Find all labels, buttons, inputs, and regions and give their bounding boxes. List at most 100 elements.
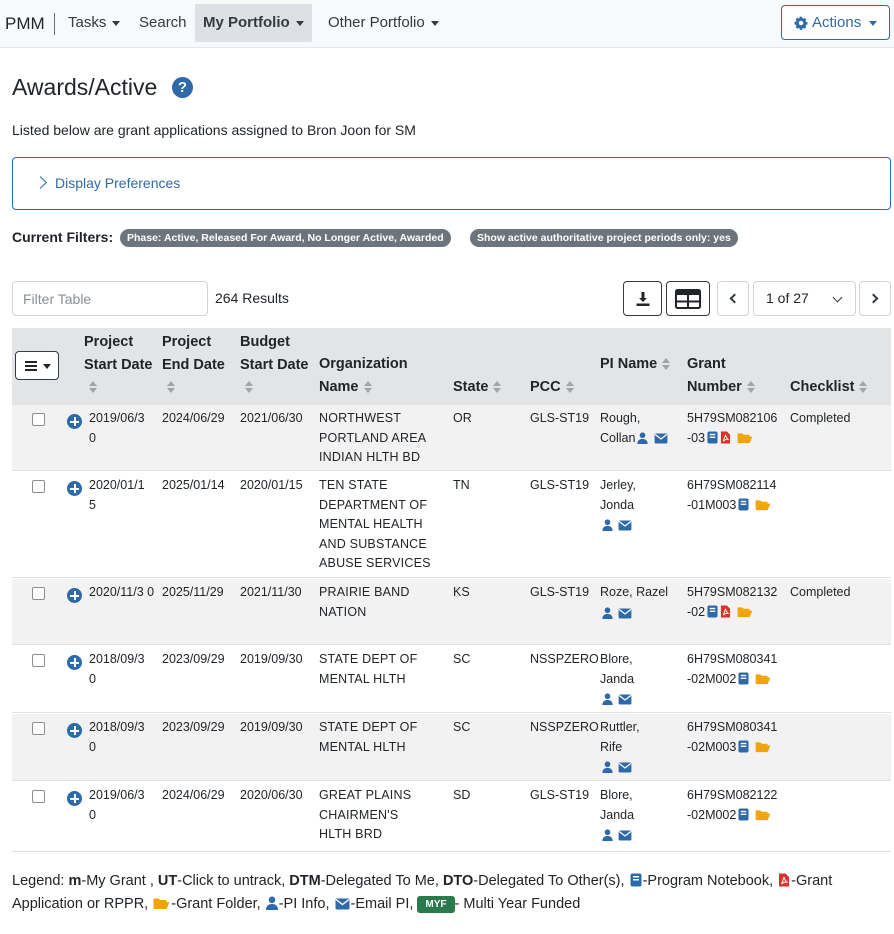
folder-icon[interactable]: [737, 432, 753, 444]
brand-logo[interactable]: PMM: [5, 13, 55, 35]
col-organization-name[interactable]: Organization Name: [319, 353, 429, 398]
checklist-status[interactable]: Completed: [790, 583, 850, 603]
grant-number-line[interactable]: 5H79SM082106: [687, 409, 787, 429]
grant-number-line[interactable]: 6H79SM080341: [687, 650, 787, 670]
col-budget-start-date[interactable]: Budget Start Date: [240, 331, 310, 399]
envelope-icon[interactable]: [618, 520, 632, 531]
nav-tasks[interactable]: Tasks: [60, 4, 128, 42]
pi-name-text[interactable]: Rife: [600, 740, 622, 754]
help-icon[interactable]: ?: [172, 77, 193, 98]
expand-plus-icon[interactable]: [67, 723, 82, 738]
grant-number-suffix[interactable]: -03: [687, 431, 705, 445]
row-checkbox[interactable]: [32, 480, 45, 493]
nav-other-portfolio[interactable]: Other Portfolio: [320, 4, 447, 42]
col-pi-name[interactable]: PI Name: [600, 353, 675, 376]
grid-view-button[interactable]: [666, 281, 710, 316]
pdf-icon[interactable]: [720, 431, 731, 444]
grant-number-suffix[interactable]: -02M002: [687, 672, 736, 686]
nav-search[interactable]: Search: [131, 4, 195, 42]
budget-start-date: 2020/01/15: [240, 478, 303, 492]
grant-number-line[interactable]: 6H79SM082114: [687, 476, 787, 496]
pi-name-text[interactable]: Ruttler,: [600, 720, 640, 734]
prev-page-button[interactable]: [717, 281, 749, 316]
folder-icon[interactable]: [755, 741, 771, 753]
user-icon[interactable]: [602, 693, 613, 705]
expand-plus-icon[interactable]: [67, 655, 82, 670]
grant-number-line[interactable]: 5H79SM082132: [687, 583, 787, 603]
notebook-icon[interactable]: [738, 740, 749, 753]
pi-name-text[interactable]: Blore,: [600, 788, 633, 802]
folder-icon[interactable]: [755, 673, 771, 685]
col-state[interactable]: State: [453, 376, 502, 399]
grant-number-line[interactable]: 6H79SM082122: [687, 786, 787, 806]
folder-icon[interactable]: [755, 499, 771, 511]
notebook-icon[interactable]: [738, 808, 749, 821]
organization-name: GREAT PLAINS CHAIRMEN'S HLTH BRD: [319, 786, 411, 845]
row-checkbox[interactable]: [32, 413, 45, 426]
col-checklist[interactable]: Checklist: [790, 376, 868, 399]
grant-number-line[interactable]: 6H79SM080341: [687, 718, 787, 738]
actions-button[interactable]: Actions: [781, 5, 890, 40]
nav-my-portfolio[interactable]: My Portfolio: [195, 4, 312, 42]
pi-name-text[interactable]: Janda: [600, 672, 634, 686]
pi-name-text[interactable]: Jerley,: [600, 478, 636, 492]
grant-number-suffix[interactable]: -02: [687, 605, 705, 619]
pi-name-text[interactable]: Rough,: [600, 411, 640, 425]
col-pcc[interactable]: PCC: [530, 376, 574, 399]
next-page-button[interactable]: [859, 281, 891, 316]
envelope-icon[interactable]: [618, 830, 632, 841]
expand-plus-icon[interactable]: [67, 588, 82, 603]
col-project-start-date[interactable]: Project Start Date: [84, 331, 154, 399]
notebook-icon[interactable]: [738, 498, 749, 511]
expand-plus-icon[interactable]: [67, 414, 82, 429]
col-label: PI Name: [600, 356, 658, 372]
pi-name-text[interactable]: Collan: [600, 431, 635, 445]
org-line: ABUSE SERVICES: [319, 556, 431, 570]
pi-name-text[interactable]: Blore,: [600, 652, 633, 666]
row-checkbox[interactable]: [32, 587, 45, 600]
notebook-icon[interactable]: [738, 672, 749, 685]
org-line: STATE DEPT OF: [319, 720, 418, 734]
user-icon[interactable]: [602, 761, 613, 773]
notebook-icon[interactable]: [707, 605, 718, 618]
filter-table-input[interactable]: [12, 281, 208, 316]
checklist-status[interactable]: Completed: [790, 409, 850, 429]
col-grant-number[interactable]: Grant Number: [687, 353, 777, 398]
user-icon[interactable]: [602, 519, 613, 531]
row-checkbox[interactable]: [32, 722, 45, 735]
grant-number: 6H79SM082114 -01M003: [687, 476, 787, 515]
user-icon[interactable]: [602, 606, 613, 619]
user-icon[interactable]: [637, 431, 649, 444]
pi-name-text[interactable]: Jonda: [600, 498, 634, 512]
user-icon[interactable]: [602, 829, 613, 841]
grant-number-suffix[interactable]: -01M003: [687, 498, 736, 512]
grant-number-suffix[interactable]: -02M002: [687, 808, 736, 822]
envelope-icon[interactable]: [618, 762, 632, 773]
folder-icon[interactable]: [755, 809, 771, 821]
column-menu-button[interactable]: [15, 351, 59, 380]
pcc: NSSPZERO: [530, 652, 599, 666]
display-preferences-panel[interactable]: Display Preferences: [12, 157, 891, 210]
notebook-icon[interactable]: [707, 431, 718, 444]
envelope-icon[interactable]: [618, 694, 632, 705]
col-label: PCC: [530, 379, 561, 395]
expand-plus-icon[interactable]: [67, 481, 82, 496]
envelope-icon[interactable]: [654, 432, 668, 444]
grant-number-suffix[interactable]: -02M003: [687, 740, 736, 754]
user-icon: [265, 896, 278, 910]
envelope-icon[interactable]: [618, 607, 632, 619]
menu-icon: [25, 361, 37, 371]
chevron-left-icon: [729, 293, 740, 304]
col-project-end-date[interactable]: Project End Date: [162, 331, 232, 399]
download-icon: [636, 291, 649, 306]
folder-icon[interactable]: [737, 606, 753, 618]
pdf-icon[interactable]: [720, 605, 731, 618]
expand-plus-icon[interactable]: [67, 791, 82, 806]
gear-icon: [794, 16, 808, 30]
page-select[interactable]: 1 of 27: [753, 281, 856, 316]
row-checkbox[interactable]: [32, 654, 45, 667]
pi-name-text[interactable]: Janda: [600, 808, 634, 822]
download-button[interactable]: [623, 281, 662, 316]
pi-name-text[interactable]: Roze, Razel: [600, 585, 668, 599]
row-checkbox[interactable]: [32, 790, 45, 803]
